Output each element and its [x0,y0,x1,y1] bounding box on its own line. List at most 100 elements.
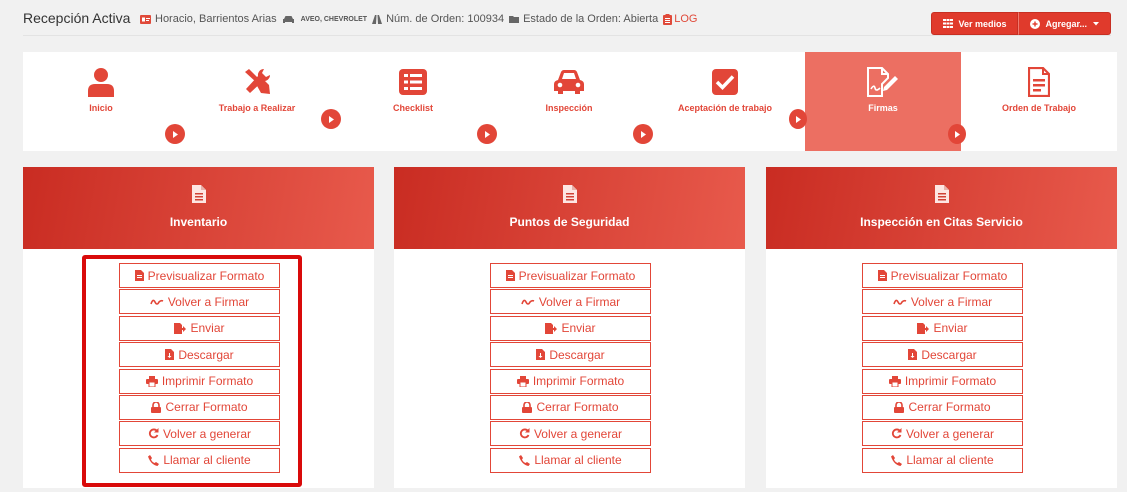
step-label: Firmas [868,103,898,113]
file-icon [191,185,206,203]
add-dropdown-button[interactable]: Agregar... [1018,12,1111,35]
log-link[interactable]: LOG [663,13,697,25]
tools-icon [245,68,271,94]
file-icon [877,270,887,281]
step-next-arrow[interactable] [321,109,341,129]
step-label: Inicio [89,103,113,113]
document-icon [1028,67,1050,97]
client-info: Horacio, Barrientos Arias [140,13,277,25]
action-label: Volver a Firmar [910,294,993,309]
order-status: Estado de la Orden: Abierta [523,13,659,25]
print-format-button[interactable]: Imprimir Formato [862,368,1023,394]
action-label: Descargar [921,347,977,362]
card-header: Inspección en Citas Servicio [766,167,1117,249]
step-label: Checklist [392,103,434,113]
car-small-icon [282,15,294,23]
order-number: Núm. de Orden: 100934 [386,13,505,25]
action-label: Previsualizar Formato [518,268,636,283]
lock-icon [522,401,533,413]
view-media-button[interactable]: Ver medios [931,12,1019,35]
card-title: Inspección en Citas Servicio [860,215,1023,229]
card-header: Inventario [23,167,374,249]
file-export-icon [917,322,930,334]
caret-right-icon [954,130,960,138]
caret-right-icon [328,115,334,123]
regenerate-button[interactable]: Volver a generar [862,421,1023,447]
call-client-button[interactable]: Llamar al cliente [490,447,651,473]
step-next-arrow[interactable] [165,124,185,144]
vehicle-name: AVEO, CHEVROLET [300,15,368,23]
regenerate-button[interactable]: Volver a generar [490,421,651,447]
close-format-button[interactable]: Cerrar Formato [862,394,1023,420]
print-icon [516,375,529,387]
step-inspeccion[interactable]: Inspección [491,52,647,151]
action-label: Imprimir Formato [904,374,997,389]
highlight-box [82,255,302,487]
grid-icon [943,19,954,28]
step-next-arrow[interactable] [477,124,497,144]
vehicle-info: AVEO, CHEVROLET [282,15,367,24]
refresh-icon [891,428,902,439]
refresh-icon [519,428,530,439]
view-media-label: Ver medios [958,18,1007,29]
action-label: Volver a generar [905,426,995,441]
step-aceptacion-de-trabajo[interactable]: Aceptación de trabajo [647,52,803,151]
send-button[interactable]: Enviar [862,315,1023,341]
header-divider [23,35,1111,36]
file-export-icon [545,322,558,334]
print-icon [888,375,901,387]
signature-doc-icon [867,67,898,97]
step-next-arrow[interactable] [633,124,653,144]
caret-right-icon [484,130,490,138]
road-icon [372,14,383,24]
resign-button[interactable]: Volver a Firmar [490,289,651,315]
step-firmas[interactable]: Firmas [805,52,961,151]
car-icon [554,70,584,94]
file-icon [562,185,577,203]
action-label: Cerrar Formato [908,400,991,415]
user-icon [88,68,114,97]
file-icon [505,270,515,281]
step-orden-de-trabajo[interactable]: Orden de Trabajo [961,52,1117,151]
card-actions: Previsualizar Formato Volver a Firmar En… [490,263,651,474]
add-label: Agregar... [1045,18,1087,29]
step-next-arrow[interactable] [948,124,966,144]
action-label: Previsualizar Formato [890,268,1008,283]
download-button[interactable]: Descargar [862,342,1023,368]
order-info-bar: Horacio, Barrientos Arias AVEO, CHEVROLE… [140,13,697,25]
send-button[interactable]: Enviar [490,315,651,341]
order-status-info: Estado de la Orden: Abierta [509,13,658,25]
close-format-button[interactable]: Cerrar Formato [490,394,651,420]
step-trabajo-a-realizar[interactable]: Trabajo a Realizar [179,52,335,151]
step-next-arrow[interactable] [789,109,807,129]
file-icon [934,185,949,203]
action-label: Imprimir Formato [532,374,625,389]
call-client-button[interactable]: Llamar al cliente [862,447,1023,473]
step-label: Inspección [545,103,593,113]
workflow-steps: Inicio Trabajo a Realizar Checklist Insp… [23,52,1117,151]
plus-circle-icon [1030,18,1041,29]
preview-format-button[interactable]: Previsualizar Formato [490,263,651,288]
header-button-group: Ver medios Agregar... [931,12,1111,35]
step-checklist[interactable]: Checklist [335,52,491,151]
lock-icon [894,401,905,413]
action-label: Cerrar Formato [536,400,619,415]
file-download-icon [536,349,546,361]
print-format-button[interactable]: Imprimir Formato [490,368,651,394]
log-label: LOG [674,13,698,25]
resign-button[interactable]: Volver a Firmar [862,289,1023,315]
action-label: Volver a generar [533,426,623,441]
step-label: Aceptación de trabajo [677,103,773,113]
signature-icon [893,300,907,306]
phone-icon [519,454,531,466]
step-inicio[interactable]: Inicio [23,52,179,151]
id-card-icon [140,14,151,24]
download-button[interactable]: Descargar [490,342,651,368]
card-title: Inventario [169,215,228,229]
folder-icon [509,15,520,23]
action-label: Llamar al cliente [534,453,622,468]
check-square-icon [712,69,738,95]
card-actions: Previsualizar Formato Volver a Firmar En… [862,263,1023,474]
preview-format-button[interactable]: Previsualizar Formato [862,263,1023,288]
phone-icon [891,454,903,466]
